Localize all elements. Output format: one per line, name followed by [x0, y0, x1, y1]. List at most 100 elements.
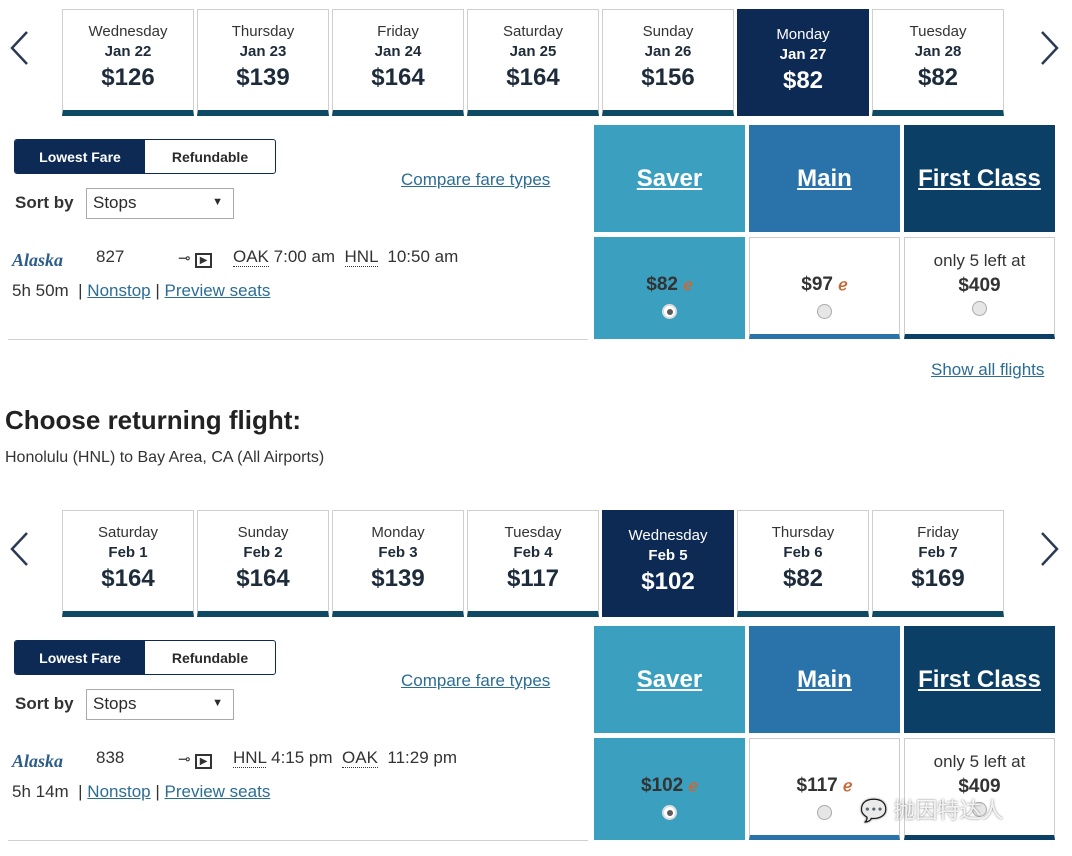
date-price: $169	[911, 565, 965, 592]
saver-header[interactable]: Saver	[594, 125, 745, 232]
date-price: $82	[782, 565, 824, 592]
next-dates-arrow-icon[interactable]	[1034, 529, 1064, 569]
wechat-icon: 💬	[860, 798, 888, 823]
date-date: Feb 2	[243, 544, 283, 561]
date-tile[interactable]: Saturday Jan 25 $164	[467, 9, 599, 116]
date-day: Friday	[377, 23, 419, 40]
watermark: 💬 抛因特达人	[860, 793, 1004, 825]
alaska-logo: Alaska	[12, 250, 64, 270]
first-class-header[interactable]: First Class	[904, 125, 1055, 232]
dropdown-caret-icon: ▼	[212, 196, 223, 208]
mileage-tag-icon: ℯ	[838, 277, 848, 294]
preview-seats-link[interactable]: Preview seats	[165, 281, 271, 300]
date-date: Jan 22	[104, 43, 152, 60]
flight-times: HNL 4:15 pm OAK 11:29 pm	[233, 748, 457, 768]
compare-fare-types-link[interactable]: Compare fare types	[401, 671, 550, 691]
lowest-fare-button[interactable]: Lowest Fare	[15, 140, 145, 173]
seats-left-note: only 5 left at	[933, 251, 1026, 270]
date-day: Sunday	[642, 23, 694, 40]
date-price: $126	[101, 64, 155, 91]
mileage-tag-icon: ℯ	[688, 778, 699, 795]
date-tile[interactable]: Friday Feb 7 $169	[872, 510, 1004, 617]
date-price: $139	[371, 565, 425, 592]
date-tile[interactable]: Wednesday Feb 5 $102	[602, 510, 734, 617]
date-day: Monday	[371, 524, 425, 541]
sort-value: Stops	[93, 193, 137, 212]
show-all-flights-link[interactable]: Show all flights	[931, 360, 1044, 380]
dropdown-caret-icon: ▼	[212, 697, 223, 709]
date-tile[interactable]: Saturday Feb 1 $164	[62, 510, 194, 617]
date-day: Tuesday	[504, 524, 562, 541]
main-header[interactable]: Main	[749, 125, 900, 232]
watermark-text: 抛因特达人	[893, 798, 1004, 823]
outbound-section: Wednesday Jan 22 $126 Thursday Jan 23 $1…	[0, 0, 1072, 345]
date-tile[interactable]: Sunday Jan 26 $156	[602, 9, 734, 116]
flight-number: 838	[96, 748, 125, 767]
amenities: ⊸ ▶	[178, 750, 213, 769]
mileage-tag-icon: ℯ	[683, 277, 693, 294]
saver-radio[interactable]	[662, 805, 677, 820]
date-tile[interactable]: Monday Jan 27 $82	[737, 9, 869, 116]
date-tile[interactable]: Monday Feb 3 $139	[332, 510, 464, 617]
main-fare-cell[interactable]: $97 ℯ	[749, 237, 900, 339]
date-tile[interactable]: Tuesday Jan 28 $82	[872, 9, 1004, 116]
date-day: Wednesday	[88, 23, 168, 40]
arrive-time: 11:29 pm	[387, 748, 457, 767]
date-day: Thursday	[771, 524, 835, 541]
saver-fare-cell[interactable]: $102 ℯ	[594, 738, 745, 840]
date-day: Tuesday	[909, 23, 967, 40]
date-day: Thursday	[231, 23, 295, 40]
refundable-button[interactable]: Refundable	[145, 140, 275, 173]
date-price: $139	[236, 64, 290, 91]
refundable-button[interactable]: Refundable	[145, 641, 275, 674]
date-tile[interactable]: Sunday Feb 2 $164	[197, 510, 329, 617]
first-radio[interactable]	[972, 301, 987, 316]
sort-value: Stops	[93, 694, 137, 713]
first-class-header[interactable]: First Class	[904, 626, 1055, 733]
lowest-fare-button[interactable]: Lowest Fare	[15, 641, 145, 674]
date-date: Jan 23	[239, 43, 287, 60]
arrive-time: 10:50 am	[387, 247, 459, 266]
divider	[8, 840, 588, 841]
date-price: $164	[101, 565, 155, 592]
main-radio[interactable]	[817, 805, 832, 820]
saver-fare-cell[interactable]: $82 ℯ	[594, 237, 745, 339]
date-tile[interactable]: Tuesday Feb 4 $117	[467, 510, 599, 617]
main-radio[interactable]	[817, 304, 832, 319]
date-price: $164	[371, 64, 425, 91]
main-price: $117	[796, 775, 838, 796]
power-outlet-icon: ⊸	[178, 250, 191, 267]
compare-fare-types-link[interactable]: Compare fare types	[401, 170, 550, 190]
power-outlet-icon: ⊸	[178, 751, 191, 768]
date-price: $102	[641, 568, 695, 595]
first-fare-cell[interactable]: only 5 left at $409	[904, 237, 1055, 339]
date-date: Jan 28	[914, 43, 962, 60]
prev-dates-arrow-icon[interactable]	[5, 28, 35, 68]
saver-radio[interactable]	[662, 304, 677, 319]
prev-dates-arrow-icon[interactable]	[5, 529, 35, 569]
video-icon: ▶	[194, 253, 213, 268]
saver-price: $82	[646, 274, 678, 295]
sort-select[interactable]: Stops ▼	[86, 188, 234, 219]
date-date: Jan 26	[644, 43, 692, 60]
amenities: ⊸ ▶	[178, 249, 213, 268]
origin-code: OAK	[233, 247, 269, 267]
date-tile[interactable]: Wednesday Jan 22 $126	[62, 9, 194, 116]
date-price: $117	[506, 565, 560, 592]
saver-header[interactable]: Saver	[594, 626, 745, 733]
nonstop-link[interactable]: Nonstop	[87, 782, 150, 801]
flight-details: 5h 50m | Nonstop | Preview seats	[12, 281, 271, 300]
sort-select[interactable]: Stops ▼	[86, 689, 234, 720]
origin-code: HNL	[233, 748, 267, 768]
preview-seats-link[interactable]: Preview seats	[165, 782, 271, 801]
date-tile[interactable]: Thursday Jan 23 $139	[197, 9, 329, 116]
date-tile[interactable]: Thursday Feb 6 $82	[737, 510, 869, 617]
main-header[interactable]: Main	[749, 626, 900, 733]
date-date: Feb 4	[513, 544, 553, 561]
date-tile[interactable]: Friday Jan 24 $164	[332, 9, 464, 116]
nonstop-link[interactable]: Nonstop	[87, 281, 150, 300]
next-dates-arrow-icon[interactable]	[1034, 28, 1064, 68]
depart-time: 4:15 pm	[271, 748, 333, 767]
date-date: Feb 5	[648, 547, 688, 564]
duration: 5h 50m	[12, 281, 69, 300]
